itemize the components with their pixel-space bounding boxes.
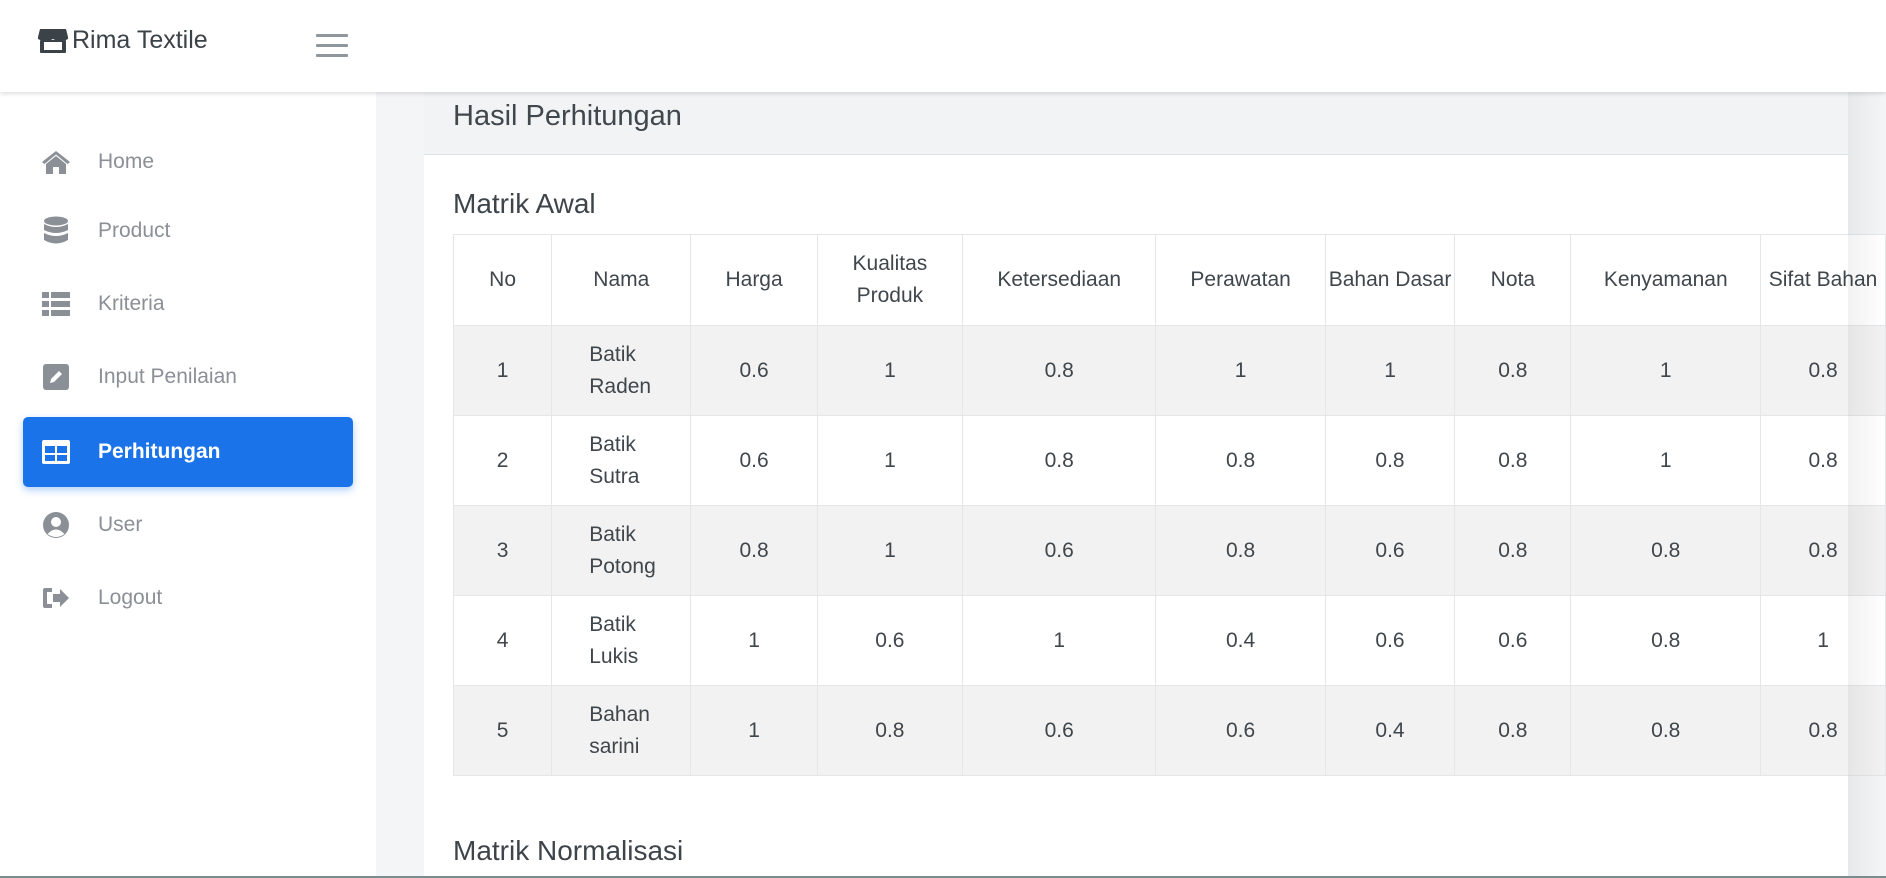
sidebar-item-label: Input Penilaian: [98, 365, 237, 388]
column-header: Bahan Dasar: [1324, 234, 1456, 326]
table-row: 2 Batik Sutra 0.6 1 0.8 0.8 0.8 0.8 1 0.…: [453, 415, 1886, 506]
edit-icon: [41, 362, 71, 392]
brand[interactable]: Rima Textile: [38, 26, 208, 55]
table-cell: 1: [816, 325, 964, 416]
sidebar-item-label: Logout: [98, 586, 163, 609]
brand-name: Rima Textile: [72, 26, 208, 54]
table-row: 1 Batik Raden 0.6 1 0.8 1 1 0.8 1 0.8: [453, 325, 1886, 416]
card-header: Hasil Perhitungan: [424, 92, 1848, 155]
table-cell: 0.4: [1155, 595, 1326, 686]
table-icon: [41, 437, 71, 467]
store-icon: [38, 28, 68, 53]
table-cell: 1: [1570, 415, 1762, 506]
table-cell: 0.8: [1760, 325, 1886, 416]
table-cell: 3: [453, 505, 553, 596]
table-cell: 0.6: [690, 415, 818, 506]
table-row: 3 Batik Potong 0.8 1 0.6 0.8 0.6 0.8 0.8…: [453, 505, 1886, 596]
table-cell: 0.8: [962, 415, 1157, 506]
column-header: Ketersediaan: [962, 234, 1157, 326]
table-cell: 4: [453, 595, 553, 686]
table-cell: Batik Lukis: [551, 595, 692, 686]
table-cell: 0.8: [1454, 415, 1572, 506]
table-cell: 0.8: [1760, 505, 1886, 596]
column-header: Nama: [551, 234, 692, 326]
list-icon: [41, 289, 71, 319]
table-cell: 0.8: [1454, 505, 1572, 596]
sidebar-item-product[interactable]: Product: [23, 196, 353, 266]
table-cell: 0.6: [690, 325, 818, 416]
table-cell: 0.8: [1155, 415, 1326, 506]
table-cell: 0.8: [1454, 685, 1572, 776]
table-cell: 0.8: [1324, 415, 1456, 506]
table-cell: 0.8: [1760, 685, 1886, 776]
table-cell: 1: [816, 505, 964, 596]
column-header: Harga: [690, 234, 818, 326]
table-cell: 1: [962, 595, 1157, 686]
table-cell: 1: [1155, 325, 1326, 416]
table-cell: 1: [816, 415, 964, 506]
sidebar-item-label: Kriteria: [98, 292, 165, 315]
table-cell: 0.6: [816, 595, 964, 686]
sidebar-item-kriteria[interactable]: Kriteria: [23, 269, 353, 339]
sidebar-item-label: User: [98, 513, 143, 536]
table-cell: 0.8: [1570, 595, 1762, 686]
sidebar-item-label: Product: [98, 219, 171, 242]
table-cell: 0.8: [962, 325, 1157, 416]
section-title-matrik-awal: Matrik Awal: [453, 188, 596, 219]
table-row: 4 Batik Lukis 1 0.6 1 0.4 0.6 0.6 0.8 1: [453, 595, 1886, 686]
column-header: Kualitas Produk: [816, 234, 964, 326]
table-cell: 0.6: [1324, 595, 1456, 686]
logout-icon: [41, 583, 71, 613]
table-cell: 0.6: [962, 685, 1157, 776]
table-cell: 2: [453, 415, 553, 506]
table-cell: 0.6: [1454, 595, 1572, 686]
table-row: 5 Bahan sarini 1 0.8 0.6 0.6 0.4 0.8 0.8…: [453, 685, 1886, 776]
table-cell: Batik Sutra: [551, 415, 692, 506]
sidebar-item-label: Home: [98, 150, 155, 173]
table-cell: 5: [453, 685, 553, 776]
home-icon: [41, 147, 71, 177]
sidebar-item-label: Perhitungan: [98, 440, 221, 463]
sidebar-item-logout[interactable]: Logout: [23, 563, 353, 633]
user-circle-icon: [41, 510, 71, 540]
table-cell: 1: [453, 325, 553, 416]
table-cell: 0.6: [1155, 685, 1326, 776]
table-cell: 0.4: [1324, 685, 1456, 776]
page-title: Hasil Perhitungan: [453, 100, 682, 132]
table-cell: 0.8: [816, 685, 964, 776]
table-cell: 1: [1324, 325, 1456, 416]
table-cell: 0.6: [962, 505, 1157, 596]
column-header: Kenyamanan: [1570, 234, 1762, 326]
top-navbar: Rima Textile: [0, 0, 1886, 92]
table-cell: 0.8: [1454, 325, 1572, 416]
table-header-row: No Nama Harga Kualitas Produk Ketersedia…: [453, 234, 1886, 326]
table-cell: 0.8: [690, 505, 818, 596]
section-title-matrik-normalisasi: Matrik Normalisasi: [453, 835, 684, 866]
table-cell: Batik Potong: [551, 505, 692, 596]
database-icon: [41, 216, 71, 246]
column-header: No: [453, 234, 553, 326]
column-header: Sifat Bahan: [1760, 234, 1886, 326]
table-cell: Batik Raden: [551, 325, 692, 416]
table-cell: 0.8: [1570, 505, 1762, 596]
matrik-awal-table: No Nama Harga Kualitas Produk Ketersedia…: [453, 234, 1886, 776]
table-cell: 0.8: [1570, 685, 1762, 776]
table-cell: 1: [1760, 595, 1886, 686]
table-cell: 0.8: [1760, 415, 1886, 506]
table-cell: 0.8: [1155, 505, 1326, 596]
sidebar-item-perhitungan[interactable]: Perhitungan: [23, 417, 353, 487]
table-cell: 0.6: [1324, 505, 1456, 596]
sidebar-item-input-penilaian[interactable]: Input Penilaian: [23, 342, 353, 412]
matrix-table-container[interactable]: No Nama Harga Kualitas Produk Ketersedia…: [453, 234, 1886, 776]
menu-toggle-button[interactable]: [316, 32, 348, 58]
table-cell: 1: [690, 685, 818, 776]
table-cell: 1: [690, 595, 818, 686]
sidebar-item-home[interactable]: Home: [23, 127, 353, 197]
sidebar: Home Product Kriteria Input Penilaian Pe…: [0, 92, 376, 878]
sidebar-item-user[interactable]: User: [23, 490, 353, 560]
column-header: Nota: [1454, 234, 1572, 326]
column-header: Perawatan: [1155, 234, 1326, 326]
table-cell: 1: [1570, 325, 1762, 416]
table-cell: Bahan sarini: [551, 685, 692, 776]
